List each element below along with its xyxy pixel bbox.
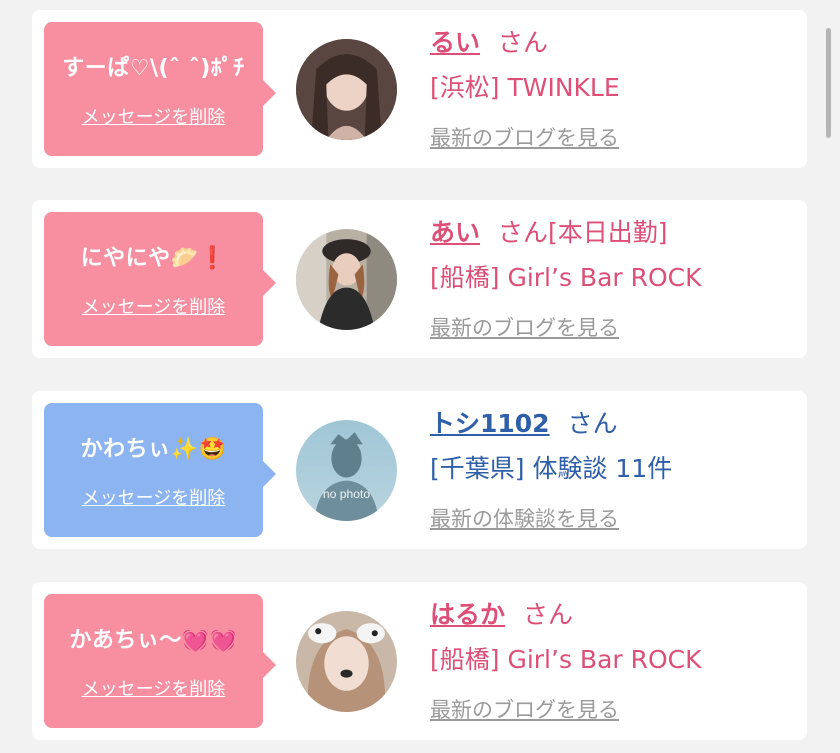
avatar[interactable]	[296, 229, 397, 330]
message-card: すーぱ♡\(ˆ ˆ)ﾎﾟﾁ メッセージを削除 るい さん [浜松] TWINKLE…	[32, 10, 807, 168]
location-text: [浜松] TWINKLE	[430, 73, 620, 102]
location-text: [船橋] Girl’s Bar ROCK	[430, 645, 702, 674]
latest-blog-link[interactable]: 最新のブログを見る	[430, 312, 807, 342]
message-card: かあちぃ〜💓💓 メッセージを削除 はるか さん [船橋] Girl’s Bar R…	[32, 582, 807, 740]
honorific: さん	[523, 600, 574, 629]
user-name-link[interactable]: トシ1102	[430, 409, 550, 438]
delete-message-link[interactable]: メッセージを削除	[44, 484, 263, 510]
status-text: [本日出勤]	[548, 218, 668, 247]
no-photo-label: no photo	[323, 487, 370, 501]
latest-review-link[interactable]: 最新の体験談を見る	[430, 503, 807, 533]
avatar[interactable]	[296, 39, 397, 140]
message-bubble: かあちぃ〜💓💓 メッセージを削除	[44, 594, 276, 728]
avatar[interactable]: no photo	[296, 420, 397, 521]
location-text: [船橋] Girl’s Bar ROCK	[430, 263, 702, 292]
message-text: かあちぃ〜💓💓	[69, 628, 238, 653]
scrollbar[interactable]	[826, 28, 831, 138]
user-name-link[interactable]: るい	[430, 28, 480, 57]
user-name-link[interactable]: はるか	[430, 600, 505, 629]
message-text: にやにや🥟❗	[80, 246, 227, 271]
profile-photo	[296, 229, 397, 330]
profile-photo	[296, 39, 397, 140]
location-text: [千葉県] 体験談 11件	[430, 454, 673, 483]
honorific: さん	[498, 28, 549, 57]
delete-message-link[interactable]: メッセージを削除	[44, 675, 263, 701]
message-card: かわちぃ✨🤩 メッセージを削除 no photo トシ1102 さん [千葉県] …	[32, 391, 807, 549]
delete-message-link[interactable]: メッセージを削除	[44, 293, 263, 319]
honorific: さん	[498, 218, 549, 247]
user-name-link[interactable]: あい	[430, 218, 480, 247]
latest-blog-link[interactable]: 最新のブログを見る	[430, 694, 807, 724]
message-bubble: かわちぃ✨🤩 メッセージを削除	[44, 403, 276, 537]
latest-blog-link[interactable]: 最新のブログを見る	[430, 122, 807, 152]
message-card: にやにや🥟❗ メッセージを削除 あい さん[本日出勤] [船橋] Girl’s B…	[32, 200, 807, 358]
delete-message-link[interactable]: メッセージを削除	[44, 103, 263, 129]
message-bubble: にやにや🥟❗ メッセージを削除	[44, 212, 276, 346]
no-photo-placeholder: no photo	[296, 420, 397, 521]
message-text: かわちぃ✨🤩	[80, 437, 227, 462]
avatar[interactable]	[296, 611, 397, 712]
message-bubble: すーぱ♡\(ˆ ˆ)ﾎﾟﾁ メッセージを削除	[44, 22, 276, 156]
profile-photo	[296, 611, 397, 712]
honorific: さん	[567, 409, 618, 438]
message-text: すーぱ♡\(ˆ ˆ)ﾎﾟﾁ	[62, 56, 245, 81]
